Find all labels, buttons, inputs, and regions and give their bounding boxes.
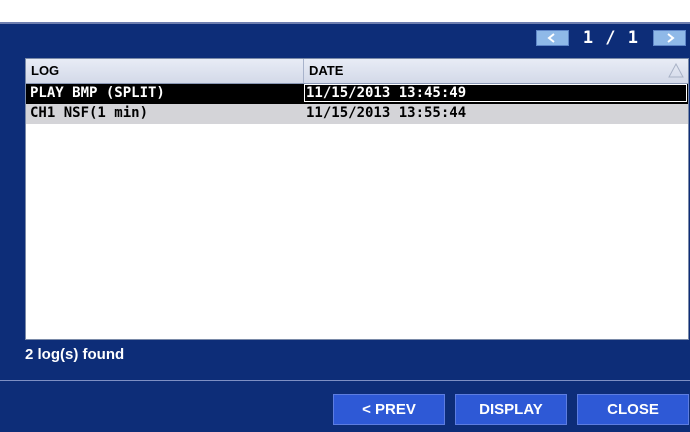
date-cell: 11/15/2013 13:55:44	[306, 105, 467, 121]
prev-button[interactable]: < PREV	[333, 394, 445, 425]
close-button[interactable]: CLOSE	[577, 394, 689, 425]
column-header-log[interactable]: LOG	[26, 59, 304, 83]
table-row[interactable]: CH1 NSF(1 min) 11/15/2013 13:55:44	[26, 104, 688, 124]
next-page-button[interactable]	[653, 30, 686, 46]
status-text: 2 log(s) found	[25, 346, 125, 363]
column-header-date[interactable]: DATE	[304, 59, 688, 83]
table-row[interactable]: PLAY BMP (SPLIT) 11/15/2013 13:45:49	[26, 84, 688, 104]
pager: 1 / 1	[535, 28, 686, 48]
title-bar	[0, 0, 690, 24]
log-cell: PLAY BMP (SPLIT)	[30, 85, 165, 101]
log-cell: CH1 NSF(1 min)	[30, 105, 149, 121]
prev-page-button[interactable]	[535, 30, 569, 46]
column-header-date-label: DATE	[309, 63, 344, 78]
arrow-left-icon	[547, 33, 555, 43]
date-cell: 11/15/2013 13:45:49	[306, 85, 467, 101]
table-header: LOG DATE	[26, 59, 688, 84]
arrow-right-icon	[666, 33, 675, 43]
log-table: LOG DATE PLAY BMP (SPLIT) 11/15/2013 13:…	[25, 58, 689, 340]
sort-up-triangle-icon	[668, 63, 684, 78]
divider	[0, 380, 690, 381]
page-indicator: 1 / 1	[582, 28, 639, 48]
display-button[interactable]: DISPLAY	[455, 394, 567, 425]
